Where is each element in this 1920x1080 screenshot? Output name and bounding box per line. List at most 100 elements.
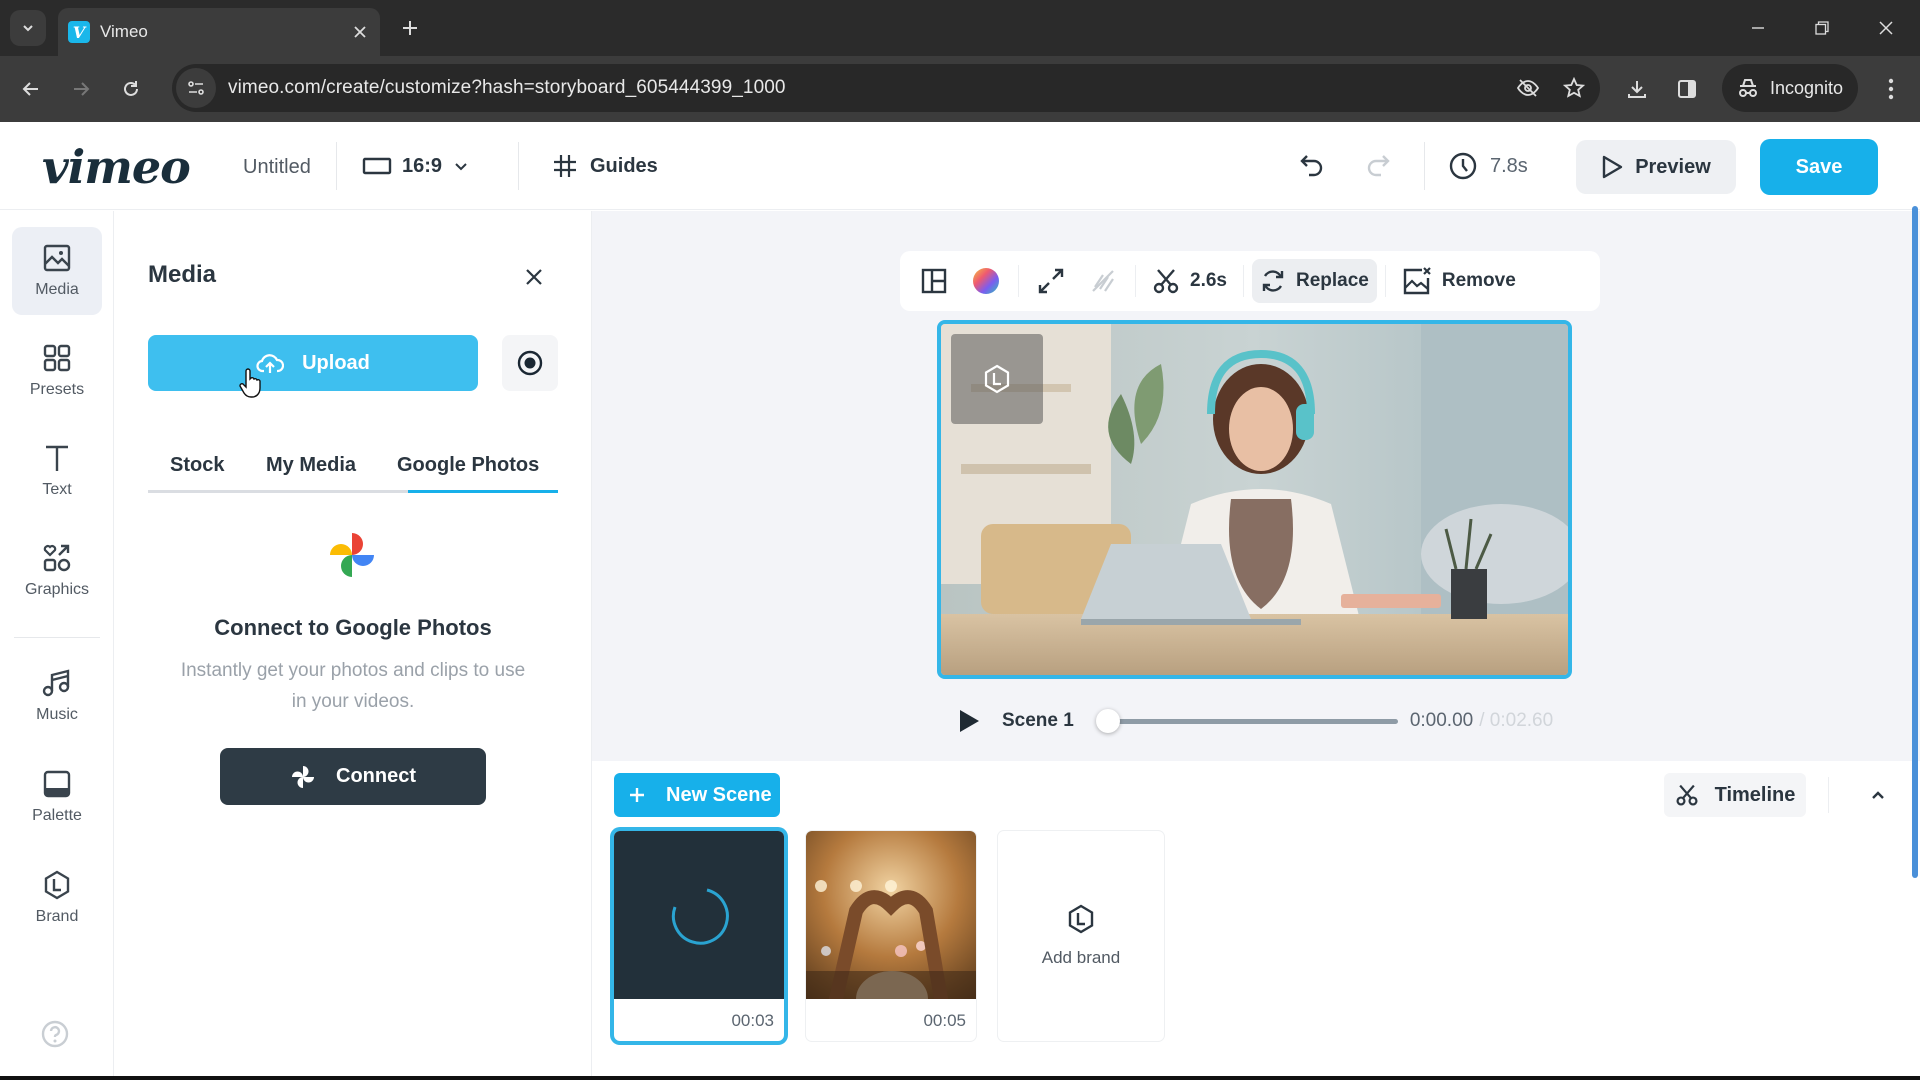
connect-heading: Connect to Google Photos xyxy=(214,615,492,640)
downloads-button[interactable] xyxy=(1618,70,1656,108)
guides-label: Guides xyxy=(590,154,658,177)
aspect-ratio-dropdown[interactable]: 16:9 xyxy=(362,146,470,186)
play-outline-icon xyxy=(1602,155,1623,179)
close-icon xyxy=(354,26,366,38)
divider xyxy=(1384,265,1386,297)
color-filter-button[interactable] xyxy=(962,259,1010,303)
help-icon[interactable] xyxy=(40,1019,70,1049)
refresh-icon xyxy=(1262,270,1284,292)
incognito-badge[interactable]: Incognito xyxy=(1722,64,1858,112)
new-scene-button[interactable]: New Scene xyxy=(614,773,780,817)
page-scrollbar[interactable] xyxy=(1912,206,1918,878)
tab-google-photos[interactable]: Google Photos xyxy=(397,437,539,493)
back-button[interactable] xyxy=(14,72,48,106)
timeline-button[interactable]: Timeline xyxy=(1664,773,1806,817)
new-tab-button[interactable] xyxy=(394,12,426,44)
remove-button[interactable]: Remove xyxy=(1394,259,1524,303)
browser-menu-button[interactable] xyxy=(1872,70,1910,108)
layout-button[interactable] xyxy=(910,259,958,303)
scene-thumbnail xyxy=(806,831,976,999)
mute-button[interactable] xyxy=(1079,259,1127,303)
rail-item-media[interactable]: Media xyxy=(12,227,102,315)
window-close-button[interactable] xyxy=(1864,8,1908,48)
incognito-icon xyxy=(1739,79,1757,97)
fullscreen-button[interactable] xyxy=(1027,259,1075,303)
tab-my-media[interactable]: My Media xyxy=(266,437,356,493)
panel-close-button[interactable] xyxy=(518,261,550,293)
redo-button[interactable] xyxy=(1358,146,1398,186)
preview-label: Preview xyxy=(1635,155,1711,178)
timeline-label: Timeline xyxy=(1714,783,1796,806)
vimeo-logo[interactable]: vimeo xyxy=(42,140,191,194)
add-brand-card[interactable]: Add brand xyxy=(998,831,1164,1041)
upload-button[interactable]: Upload xyxy=(148,335,478,391)
save-button[interactable]: Save xyxy=(1760,139,1878,195)
rail-item-brand[interactable]: Brand xyxy=(12,854,102,942)
tab-search-button[interactable] xyxy=(10,10,46,46)
rail-item-presets[interactable]: Presets xyxy=(12,327,102,415)
redo-icon xyxy=(1367,155,1390,177)
total-duration-value: 7.8s xyxy=(1490,154,1528,177)
active-tab-indicator xyxy=(408,490,558,493)
tab-close-button[interactable] xyxy=(346,18,374,46)
scene-card[interactable]: 00:03 xyxy=(614,831,784,1041)
divider xyxy=(1424,142,1425,190)
color-wheel-icon xyxy=(973,268,999,294)
chevron-up-icon xyxy=(1872,791,1884,799)
rail-item-label: Music xyxy=(36,706,78,723)
download-icon xyxy=(1628,81,1646,98)
collapse-storyboard-button[interactable] xyxy=(1862,779,1894,811)
rail-item-palette[interactable]: Palette xyxy=(12,753,102,841)
scene-card[interactable]: 00:05 xyxy=(806,831,976,1041)
brand-icon xyxy=(1068,904,1094,934)
pinwheel-icon xyxy=(292,765,314,788)
incognito-label: Incognito xyxy=(1770,77,1844,98)
play-button[interactable] xyxy=(954,706,984,736)
scrubber-handle[interactable] xyxy=(1095,709,1120,733)
total-duration: 7.8s xyxy=(1448,146,1528,186)
rail-item-music[interactable]: Music xyxy=(12,652,102,740)
rail-item-label: Presets xyxy=(29,381,85,398)
bottom-edge xyxy=(0,1076,1920,1080)
rail-item-text[interactable]: Text xyxy=(12,427,102,515)
current-time: 0:00.00 xyxy=(1409,710,1474,731)
trim-button[interactable]: 2.6s xyxy=(1144,259,1235,303)
bookmark-button[interactable] xyxy=(1554,68,1594,108)
scene-duration: 00:05 xyxy=(923,1011,966,1030)
scrubber[interactable] xyxy=(1095,706,1398,736)
site-info-button[interactable] xyxy=(176,68,216,108)
scissors-icon xyxy=(1676,784,1698,806)
preview-button[interactable]: Preview xyxy=(1576,140,1736,194)
restore-button[interactable] xyxy=(1800,8,1844,48)
rail-item-graphics[interactable]: Graphics xyxy=(12,527,102,615)
hand-cursor-icon xyxy=(239,368,261,398)
forward-button[interactable] xyxy=(64,72,98,106)
storyboard: New Scene Timeline 00:03 00:05 Add brand xyxy=(592,761,1920,1080)
address-bar[interactable]: vimeo.com/create/customize?hash=storyboa… xyxy=(172,64,1600,112)
more-vertical-icon xyxy=(1888,78,1894,100)
undo-button[interactable] xyxy=(1292,146,1332,186)
upload-label: Upload xyxy=(302,351,370,374)
browser-tab[interactable]: V Vimeo xyxy=(58,8,380,56)
minimize-button[interactable] xyxy=(1736,8,1780,48)
guides-button[interactable]: Guides xyxy=(552,146,658,186)
scene-preview[interactable] xyxy=(937,320,1572,679)
side-panel-button[interactable] xyxy=(1668,70,1706,108)
aspect-ratio-value: 16:9 xyxy=(402,154,443,177)
divider xyxy=(1135,265,1136,297)
panel-title: Media xyxy=(148,261,217,288)
tab-stock[interactable]: Stock xyxy=(170,437,224,493)
record-button[interactable] xyxy=(502,335,558,391)
browser-tab-bar: V Vimeo xyxy=(0,0,1920,56)
reload-button[interactable] xyxy=(114,72,148,106)
document-title[interactable]: Untitled xyxy=(243,156,311,179)
motion-off-icon xyxy=(1092,270,1114,292)
replace-button[interactable]: Replace xyxy=(1251,259,1377,303)
app-header: vimeo Untitled 16:9 Guides 7.8s Preview … xyxy=(0,122,1920,210)
tracking-protection-button[interactable] xyxy=(1508,68,1548,108)
music-icon xyxy=(42,669,70,697)
logo-placeholder[interactable] xyxy=(951,334,1043,424)
connect-google-photos-button[interactable]: Connect xyxy=(220,748,486,805)
undo-icon xyxy=(1300,155,1323,177)
url-text[interactable]: vimeo.com/create/customize?hash=storyboa… xyxy=(228,77,1508,99)
